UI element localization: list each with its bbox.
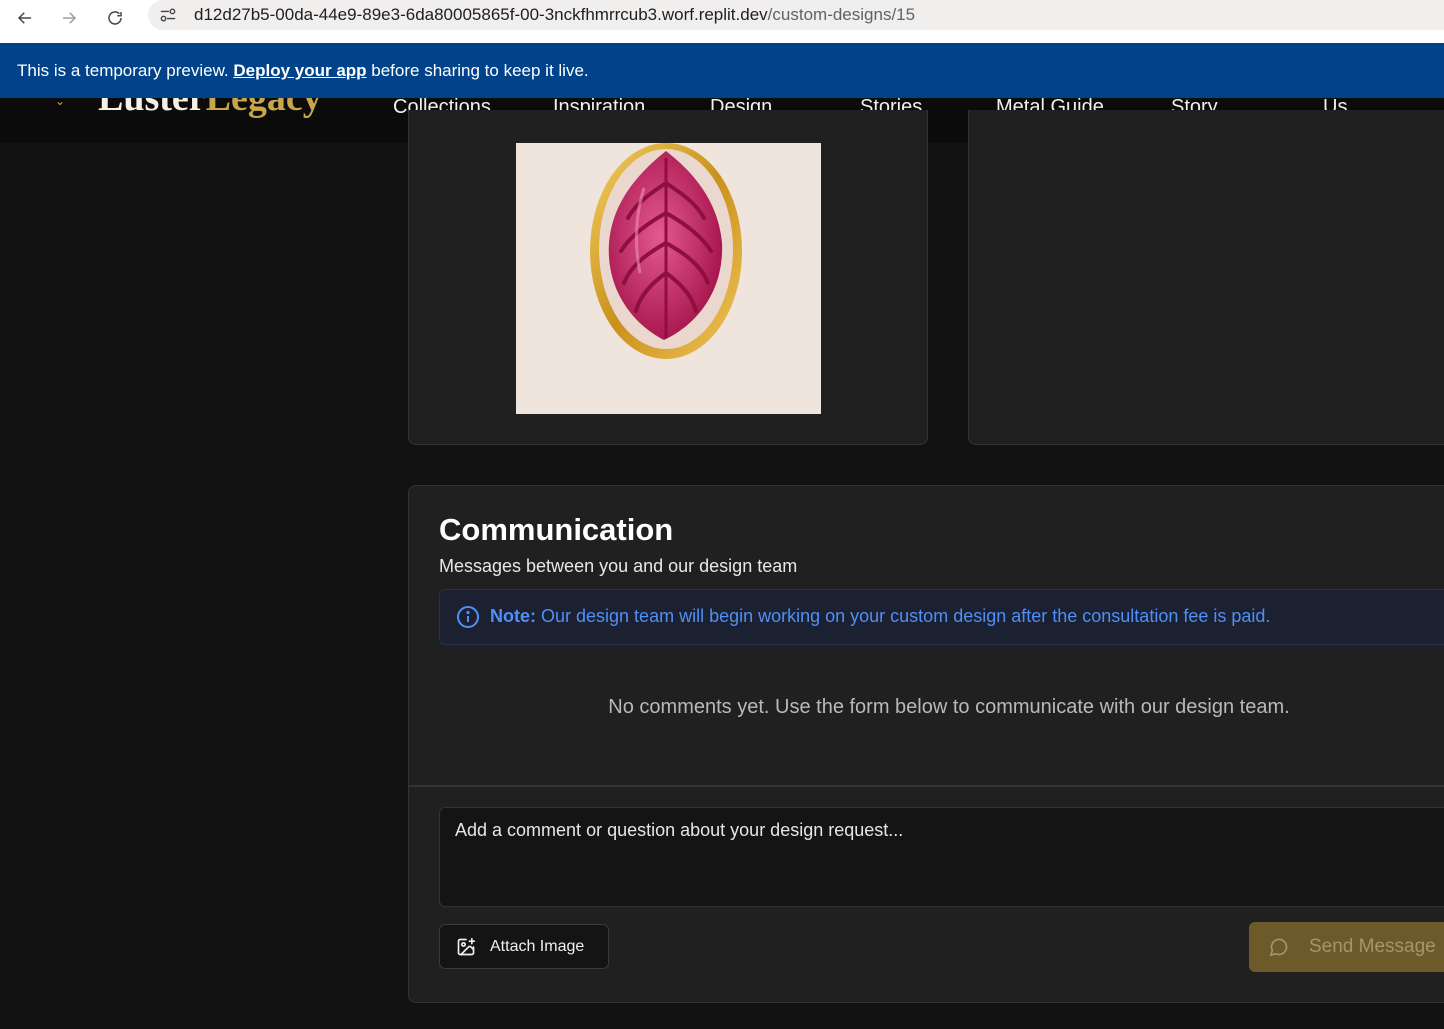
url-host: d12d27b5-00da-44e9-89e3-6da80005865f-00-… — [194, 5, 768, 24]
image-plus-icon — [457, 937, 476, 956]
payment-note: Note: Our design team will begin working… — [439, 589, 1444, 645]
design-details-card — [968, 110, 1444, 445]
communication-subtitle: Messages between you and our design team — [439, 556, 798, 576]
send-message-label: Send Message — [1309, 936, 1436, 957]
url-path: /custom-designs/15 — [767, 5, 916, 24]
pendant-illustration — [516, 143, 821, 414]
back-button[interactable] — [11, 4, 39, 32]
note-body: Our design team will begin working on yo… — [536, 606, 1271, 626]
reload-icon — [108, 11, 122, 25]
forward-button[interactable] — [55, 4, 83, 32]
arrow-right-icon — [63, 12, 77, 24]
design-image[interactable] — [516, 143, 821, 414]
message-circle-icon — [1269, 938, 1288, 957]
send-message-button[interactable]: Send Message — [1249, 922, 1444, 972]
info-icon — [457, 606, 479, 628]
preview-banner: This is a temporary preview. Deploy your… — [0, 43, 1444, 98]
site-info-icon[interactable] — [158, 6, 178, 24]
banner-text-after: before sharing to keep it live. — [366, 61, 589, 80]
logo-part-2: Legacy — [205, 98, 322, 119]
empty-comments-message: No comments yet. Use the form below to c… — [608, 696, 1290, 718]
site-logo[interactable]: LusterLegacy — [98, 98, 322, 120]
attach-image-label: Attach Image — [490, 938, 585, 955]
reload-button[interactable] — [101, 4, 129, 32]
note-text: Note: Our design team will begin working… — [490, 606, 1270, 627]
logo-mark-icon: ⌄ — [55, 98, 66, 108]
logo-part-1: Luster — [98, 98, 206, 119]
browser-toolbar: d12d27b5-00da-44e9-89e3-6da80005865f-00-… — [0, 0, 1444, 44]
attach-image-button[interactable]: Attach Image — [439, 924, 609, 969]
url-text: d12d27b5-00da-44e9-89e3-6da80005865f-00-… — [194, 5, 915, 25]
comment-input[interactable] — [439, 807, 1444, 907]
divider — [409, 785, 1444, 787]
address-bar[interactable]: d12d27b5-00da-44e9-89e3-6da80005865f-00-… — [148, 0, 1444, 30]
banner-text-before: This is a temporary preview. — [17, 61, 234, 80]
note-label: Note: — [490, 606, 536, 626]
communication-card: Communication Messages between you and o… — [408, 485, 1444, 1003]
arrow-left-icon — [17, 12, 31, 24]
design-image-card — [408, 110, 928, 445]
deploy-app-link[interactable]: Deploy your app — [233, 61, 366, 80]
communication-title: Communication — [439, 512, 674, 547]
